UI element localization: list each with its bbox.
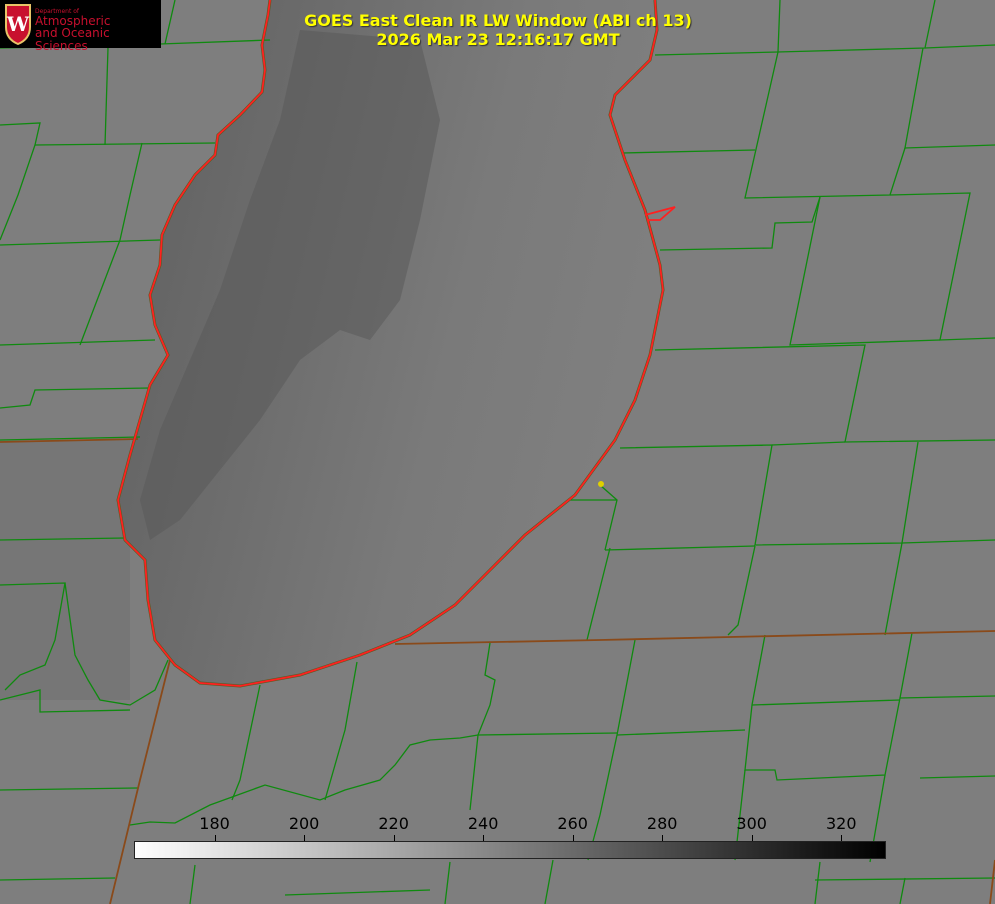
svg-text:W: W xyxy=(6,12,30,36)
colorbar-tick-mark xyxy=(572,835,574,841)
colorbar-tick-label: 240 xyxy=(467,814,499,833)
colorbar-tick-label: 180 xyxy=(199,814,230,833)
title-line1: GOES East Clean IR LW Window (ABI ch 13) xyxy=(304,11,692,30)
colorbar-tick-label: 260 xyxy=(557,814,588,833)
colorbar-tick-label: 220 xyxy=(378,814,409,833)
colorbar-tick-mark xyxy=(214,835,216,841)
colorbar-tick-label: 280 xyxy=(646,814,678,833)
logo-line2: and Oceanic Sciences xyxy=(35,26,110,53)
image-title: GOES East Clean IR LW Window (ABI ch 13)… xyxy=(248,11,748,49)
colorbar-tick-label: 320 xyxy=(825,814,857,833)
department-logo: W Department of Atmospheric and Oceanic … xyxy=(0,0,161,53)
colorbar xyxy=(134,841,886,859)
colorbar-tick-mark xyxy=(393,835,395,841)
colorbar-tick-mark xyxy=(304,835,306,841)
colorbar-ticks: 180 200 220 240 260 280 300 320 xyxy=(0,814,995,834)
title-timestamp: 2026 Mar 23 12:16:17 GMT xyxy=(376,30,620,49)
land-shade xyxy=(0,440,130,700)
colorbar-tick-mark xyxy=(483,835,485,841)
colorbar-tick-mark xyxy=(841,835,843,841)
colorbar-tick-mark xyxy=(751,835,753,841)
station-dot-icon xyxy=(598,481,604,487)
colorbar-tick-mark xyxy=(662,835,664,841)
satellite-map xyxy=(0,0,995,904)
colorbar-tick-label: 200 xyxy=(288,814,320,833)
satellite-viewer: W Department of Atmospheric and Oceanic … xyxy=(0,0,995,904)
shield-icon: W xyxy=(5,4,31,45)
colorbar-tick-label: 300 xyxy=(736,814,767,833)
